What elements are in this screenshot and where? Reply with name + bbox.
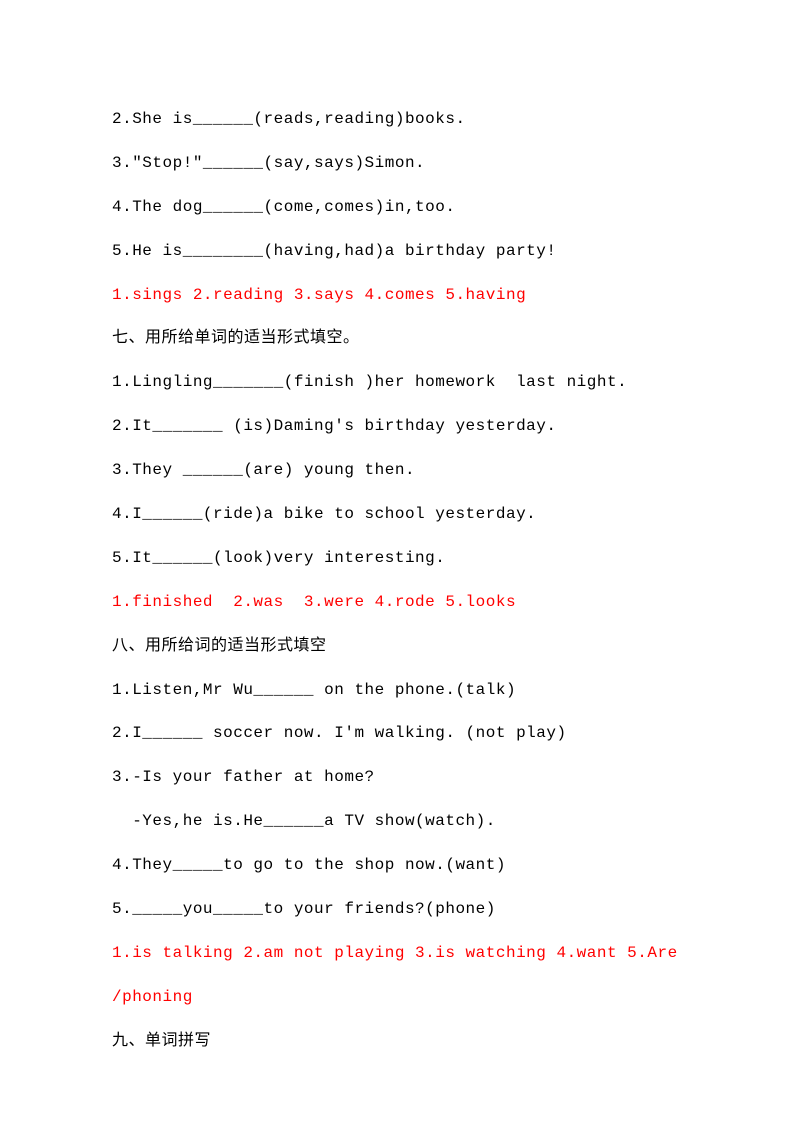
question-line: 3.-Is your father at home? [112, 766, 682, 788]
question-line: 4.I______(ride)a bike to school yesterda… [112, 503, 682, 525]
document-page: 2.She is______(reads,reading)books. 3."S… [0, 0, 794, 1052]
question-line: 4.They_____to go to the shop now.(want) [112, 854, 682, 876]
answer-line: 1.is talking 2.am not playing 3.is watch… [112, 942, 682, 964]
question-line: 3.They ______(are) young then. [112, 459, 682, 481]
question-line: 1.Lingling_______(finish )her homework l… [112, 371, 682, 393]
question-line: -Yes,he is.He______a TV show(watch). [112, 810, 682, 832]
question-line: 3."Stop!"______(say,says)Simon. [112, 152, 682, 174]
question-line: 5._____you_____to your friends?(phone) [112, 898, 682, 920]
section-heading: 七、用所给单词的适当形式填空。 [112, 327, 682, 349]
section-heading: 九、单词拼写 [112, 1030, 682, 1052]
answer-line: 1.sings 2.reading 3.says 4.comes 5.havin… [112, 284, 682, 306]
answer-line: 1.finished 2.was 3.were 4.rode 5.looks [112, 591, 682, 613]
section-heading: 八、用所给词的适当形式填空 [112, 635, 682, 657]
question-line: 5.It______(look)very interesting. [112, 547, 682, 569]
question-line: 4.The dog______(come,comes)in,too. [112, 196, 682, 218]
question-line: 2.She is______(reads,reading)books. [112, 108, 682, 130]
question-line: 2.I______ soccer now. I'm walking. (not … [112, 722, 682, 744]
question-line: 1.Listen,Mr Wu______ on the phone.(talk) [112, 679, 682, 701]
question-line: 2.It_______ (is)Daming's birthday yester… [112, 415, 682, 437]
answer-line: /phoning [112, 986, 682, 1008]
question-line: 5.He is________(having,had)a birthday pa… [112, 240, 682, 262]
